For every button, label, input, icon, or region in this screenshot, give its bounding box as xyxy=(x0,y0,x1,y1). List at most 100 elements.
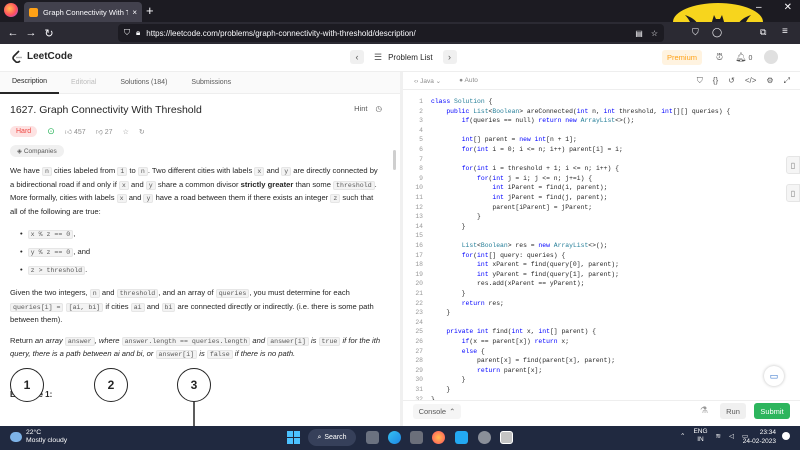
braces-icon[interactable]: {} xyxy=(713,76,718,86)
wifi-icon[interactable]: ≋ xyxy=(716,432,721,440)
side-panel-icon[interactable]: ▯ xyxy=(786,156,800,174)
code-editor[interactable]: 1 class Solution {2 public List<Boolean> … xyxy=(403,90,785,400)
side-panel-icon-2[interactable]: ▯ xyxy=(786,184,800,202)
weather-widget[interactable]: 22°C Mostly cloudy xyxy=(10,429,67,445)
edge-icon[interactable] xyxy=(388,431,401,444)
code-line[interactable]: } xyxy=(431,309,450,316)
tab-close-button[interactable]: × xyxy=(132,8,137,17)
account-icon[interactable]: ◯ xyxy=(712,27,722,38)
line-number: 11 xyxy=(415,194,423,201)
hint-button[interactable]: Hint xyxy=(354,104,367,116)
code-line[interactable]: parent[x] = find(parent[x], parent); xyxy=(431,357,615,364)
code-line[interactable]: int[] parent = new int[n + 1]; xyxy=(431,136,577,143)
code-line[interactable]: if(x == parent[x]) return x; xyxy=(431,338,569,345)
vscode-icon[interactable] xyxy=(455,431,468,444)
taskbar-search[interactable]: ⌕ Search xyxy=(308,429,356,446)
debug-icon[interactable]: ⚗ xyxy=(700,405,708,416)
clock[interactable]: 23:34 24-02-2023 xyxy=(732,428,776,446)
tab-solutions[interactable]: Solutions (184) xyxy=(108,72,179,94)
code-line[interactable]: res.add(xParent == yParent); xyxy=(431,280,584,287)
code-line[interactable]: public List<Boolean> areConnected(int n,… xyxy=(431,108,730,115)
extensions-icon[interactable]: ⧉ xyxy=(760,27,766,38)
folder-icon[interactable] xyxy=(410,431,423,444)
code-line[interactable]: } xyxy=(431,376,466,383)
share-icon[interactable]: ↻ xyxy=(139,128,145,136)
code-line[interactable]: for(int[] query: queries) { xyxy=(431,252,566,259)
like-button[interactable]: 👍︎ 457 xyxy=(65,127,86,136)
code-line[interactable]: private int find(int x, int[] parent) { xyxy=(431,328,596,335)
code-line[interactable]: return res; xyxy=(431,300,504,307)
minimize-icon[interactable]: – xyxy=(756,2,762,13)
menu-icon[interactable]: ≡ xyxy=(782,26,788,37)
header-icons: ⏰︎ 🔔︎ 0 xyxy=(716,50,779,64)
snipping-tool-icon[interactable] xyxy=(500,431,513,444)
language-select[interactable]: ‹› Java ⌄ xyxy=(409,76,446,86)
forward-icon[interactable]: → xyxy=(22,27,40,39)
settings-icon[interactable]: ⚙ xyxy=(766,76,773,86)
favorite-star-icon[interactable]: ☆ xyxy=(123,128,129,136)
close-window-icon[interactable]: ✕ xyxy=(784,2,792,13)
dislike-button[interactable]: 👎︎ 27 xyxy=(96,127,113,136)
problem-list-link[interactable]: Problem List xyxy=(388,53,432,62)
url-field[interactable]: ⛉ 🔒︎ https://leetcode.com/problems/graph… xyxy=(118,24,664,42)
line-number: 27 xyxy=(415,347,423,355)
fullscreen-icon[interactable]: ⤢ xyxy=(784,76,790,86)
code-line[interactable]: for(int i = 0; i <= n; i++) parent[i] = … xyxy=(431,146,623,153)
code-line[interactable]: for(int j = i; j <= n; j+=i) { xyxy=(431,175,592,182)
tab-title: Graph Connectivity With Thres xyxy=(43,7,129,17)
chevron-up-icon[interactable]: ⌃ xyxy=(680,432,685,440)
chat-icon[interactable]: ▭ xyxy=(764,366,784,386)
code-line[interactable]: int jParent = find(j, parent); xyxy=(431,194,607,201)
code-line[interactable]: } xyxy=(431,213,481,220)
bookmark-star-icon[interactable]: ☆ xyxy=(651,29,658,38)
code-line[interactable]: } xyxy=(431,386,450,393)
console-button[interactable]: Console ⌃ xyxy=(413,404,461,419)
alarm-clock-icon[interactable]: ⏰︎ xyxy=(716,52,723,63)
code-line[interactable]: } xyxy=(431,223,466,230)
prev-problem-button[interactable]: ‹ xyxy=(350,50,364,64)
autosave-label: Auto xyxy=(464,77,478,84)
input-language[interactable]: ENG xyxy=(693,428,707,435)
back-icon[interactable]: ← xyxy=(4,27,22,39)
companies-tag[interactable]: ◈ Companies xyxy=(10,145,64,157)
code-line[interactable]: List<Boolean> res = new ArrayList<>(); xyxy=(431,242,608,249)
reader-view-icon[interactable]: ▤ xyxy=(635,29,643,38)
file-explorer-icon[interactable] xyxy=(366,431,379,444)
code-line[interactable]: if(queries == null) return new ArrayList… xyxy=(431,117,635,124)
code-line[interactable]: return parent[x]; xyxy=(431,367,542,374)
code-line[interactable]: int yParent = find(query[1], parent); xyxy=(431,271,619,278)
reset-icon[interactable]: ↺ xyxy=(728,76,735,86)
notification-icon[interactable]: 🔔︎ 0 xyxy=(735,52,752,63)
browser-tab[interactable]: Graph Connectivity With Thres × xyxy=(24,2,142,22)
code-line[interactable]: else { xyxy=(431,348,485,355)
code-line[interactable]: class Solution { xyxy=(431,98,492,105)
line-number: 23 xyxy=(415,309,423,317)
windows-start-icon[interactable] xyxy=(287,431,300,444)
leetcode-logo[interactable]: LeetCode xyxy=(12,50,73,63)
premium-button[interactable]: Premium xyxy=(662,50,702,65)
submit-button[interactable]: Submit xyxy=(754,403,790,419)
next-problem-button[interactable]: › xyxy=(442,50,457,64)
code-line[interactable]: } xyxy=(431,290,466,297)
difficulty-badge: Hard xyxy=(10,126,38,137)
timer-icon[interactable]: ◷ xyxy=(375,104,382,116)
tab-editorial[interactable]: Editorial xyxy=(59,72,108,94)
firefox-taskbar-icon[interactable] xyxy=(432,431,445,444)
tab-description[interactable]: Description xyxy=(0,72,60,94)
notification-icon[interactable] xyxy=(782,432,790,440)
code-line[interactable]: for(int i = threshold + 1; i <= n; i++) … xyxy=(431,165,619,172)
bookmark-icon[interactable]: ⛉ xyxy=(697,76,703,86)
pocket-icon[interactable]: ⛉ xyxy=(692,27,699,38)
code-line[interactable]: parent[iParent] = jParent; xyxy=(431,204,592,211)
code-icon[interactable]: </> xyxy=(745,76,757,86)
code-line[interactable]: int iParent = find(i, parent); xyxy=(431,184,607,191)
reload-icon[interactable]: ↻ xyxy=(40,27,58,40)
tab-submissions[interactable]: Submissions xyxy=(179,72,243,94)
run-button[interactable]: Run xyxy=(720,403,746,419)
description-scrollbar[interactable] xyxy=(393,150,396,170)
settings-taskbar-icon[interactable] xyxy=(478,431,491,444)
code-line[interactable]: int xParent = find(query[0], parent); xyxy=(431,261,619,268)
firefox-icon[interactable] xyxy=(4,3,18,17)
avatar[interactable] xyxy=(764,50,779,64)
new-tab-button[interactable]: + xyxy=(146,3,154,18)
